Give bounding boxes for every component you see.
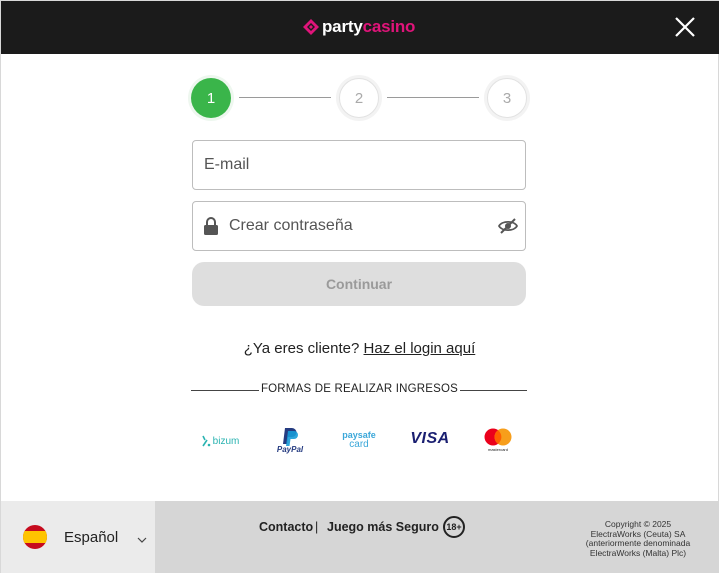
paysafecard-logo: paysafe card — [339, 429, 379, 451]
lock-icon — [204, 217, 218, 235]
email-field-box — [192, 140, 526, 190]
paypal-p-icon — [283, 427, 298, 446]
step-2-indicator: 2 — [339, 78, 379, 118]
divider-line — [460, 390, 527, 391]
copyright-line: ElectraWorks (Malta) Plc) — [589, 547, 687, 558]
chevron-down-icon[interactable] — [137, 537, 147, 543]
copyright-text: Copyright © 2025 ElectraWorks (Ceuta) SA… — [567, 519, 709, 558]
deposit-methods-title: FORMAS DE REALIZAR INGRESOS — [260, 383, 459, 395]
paypal-logo: PayPal — [273, 425, 307, 455]
divider-line — [191, 390, 259, 391]
login-link[interactable]: Haz el login aquí — [364, 340, 476, 357]
password-field-box — [192, 201, 526, 251]
logo-diamond-icon — [303, 19, 319, 35]
logo-text-party: party — [322, 17, 363, 36]
safe-play-link[interactable]: Juego más Seguro — [327, 520, 439, 534]
language-label[interactable]: Español — [64, 529, 118, 546]
step-connector — [387, 97, 479, 98]
logo-text-casino: casino — [362, 17, 416, 36]
step-1-indicator: 1 — [191, 78, 231, 118]
visa-logo: VISA — [410, 430, 450, 447]
spain-flag-icon — [23, 525, 47, 549]
mastercard-logo: mastercard — [481, 427, 515, 453]
bizum-label: bizum — [212, 435, 240, 447]
password-input[interactable] — [229, 202, 485, 250]
step-connector — [239, 97, 331, 98]
email-input[interactable] — [204, 141, 514, 189]
login-prompt-text: ¿Ya eres cliente? — [243, 340, 360, 357]
registration-page: partycasino 1 2 3 Continuar ¿Ya eres cli… — [0, 0, 719, 573]
bizum-logo: bizum — [197, 431, 243, 451]
mastercard-label: mastercard — [487, 447, 508, 452]
age-restriction-badge[interactable]: 18+ — [443, 516, 465, 538]
continue-button[interactable]: Continuar — [192, 262, 526, 306]
eye-slash-icon[interactable] — [498, 217, 518, 235]
bizum-mark-icon — [201, 435, 210, 447]
contact-link[interactable]: Contacto — [259, 520, 313, 534]
login-prompt: ¿Ya eres cliente? Haz el login aquí — [1, 340, 718, 357]
close-icon[interactable] — [673, 15, 697, 39]
footer-separator: | — [315, 520, 319, 534]
step-3-indicator: 3 — [487, 78, 527, 118]
header-bar: partycasino — [1, 1, 719, 54]
mastercard-circles-icon — [484, 428, 512, 446]
paysafe-card-label: card — [349, 438, 369, 450]
partycasino-logo: partycasino — [303, 15, 415, 39]
paypal-label: PayPal — [276, 444, 304, 454]
